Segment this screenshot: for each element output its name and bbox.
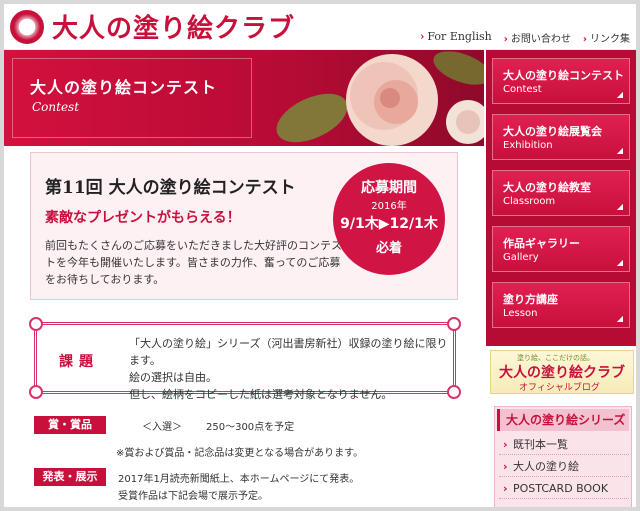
nav-exhibition[interactable]: 大人の塗り絵展覧会 Exhibition ◢ xyxy=(492,114,630,160)
series-item-coloring-book[interactable]: 大人の塗り絵 xyxy=(499,457,629,477)
nav-label: 大人の塗り絵展覧会 xyxy=(503,125,602,138)
series-item-catalog[interactable]: 既刊本一覧 xyxy=(499,435,629,455)
triangle-icon: ◢ xyxy=(616,314,623,323)
nav-lesson[interactable]: 塗り方講座 Lesson ◢ xyxy=(492,282,630,328)
nav-sublabel: Lesson xyxy=(503,308,538,319)
contest-catchphrase: 素敵なプレゼントがもらえる！ xyxy=(45,210,241,226)
period-label: 応募期間 xyxy=(361,180,417,196)
announce-line-2: 受賞作品は下記会場で展示予定。 xyxy=(118,491,268,502)
theme-frame: 課題 「大人の塗り絵」シリーズ（河出書房新社）収録の塗り絵に限ります。 絵の選択… xyxy=(29,317,461,401)
frame-corner-icon xyxy=(447,385,461,399)
theme-line: 但し、絵柄をコピーした紙は選考対象となりません。 xyxy=(129,388,393,401)
sidebar-nav: 大人の塗り絵コンテスト Contest ◢ 大人の塗り絵展覧会 Exhibiti… xyxy=(486,50,636,346)
nav-sublabel: Classroom xyxy=(503,196,556,207)
announce-line-1: 2017年1月読売新聞紙上、本ホームページにて発表。 xyxy=(118,474,360,485)
nav-label: 大人の塗り絵コンテスト xyxy=(503,69,624,82)
page-banner: 大人の塗り絵コンテスト Contest xyxy=(4,50,484,146)
blog-subtitle: オフィシャルブログ xyxy=(519,383,600,393)
nav-sublabel: Contest xyxy=(503,84,542,95)
series-item-postcard-book[interactable]: POSTCARD BOOK xyxy=(499,479,629,499)
frame-corner-icon xyxy=(29,385,43,399)
nav-label: 大人の塗り絵教室 xyxy=(503,181,591,194)
theme-text: 「大人の塗り絵」シリーズ（河出書房新社）収録の塗り絵に限ります。 絵の選択は自由… xyxy=(129,335,449,403)
nav-label: 作品ギャラリー xyxy=(503,237,580,250)
series-heading: 大人の塗り絵シリーズ xyxy=(497,409,629,431)
entry-period-badge: 応募期間 2016年 9/1木▶12/1木 必着 xyxy=(333,163,445,275)
triangle-icon: ◢ xyxy=(616,202,623,211)
nav-contest[interactable]: 大人の塗り絵コンテスト Contest ◢ xyxy=(492,58,630,104)
frame-corner-icon xyxy=(447,317,461,331)
period-year: 2016年 xyxy=(371,201,407,212)
awards-detail: 250〜300点を予定 xyxy=(206,422,295,433)
banner-title: 大人の塗り絵コンテスト xyxy=(30,78,218,97)
nav-classroom[interactable]: 大人の塗り絵教室 Classroom ◢ xyxy=(492,170,630,216)
page-frame: 大人の塗り絵クラブ For English お問い合わせ リンク集 大人の塗り絵… xyxy=(4,4,636,507)
nav-sublabel: Gallery xyxy=(503,252,539,263)
period-note: 必着 xyxy=(375,241,402,256)
contest-description: 前回もたくさんのご応募をいただきました大好評のコンテストを今年も開催いたします。… xyxy=(45,239,342,286)
site-header: 大人の塗り絵クラブ For English お問い合わせ リンク集 xyxy=(4,4,636,50)
contest-box: 第11回 大人の塗り絵コンテスト 素敵なプレゼントがもらえる！ 前回もたくさんの… xyxy=(30,152,458,300)
nav-gallery[interactable]: 作品ギャラリー Gallery ◢ xyxy=(492,226,630,272)
awards-label: 賞・賞品 xyxy=(34,416,106,434)
logo-seal-icon[interactable] xyxy=(10,10,44,44)
theme-line: 「大人の塗り絵」シリーズ（河出書房新社）収録の塗り絵に限ります。 xyxy=(129,337,448,367)
frame-corner-icon xyxy=(29,317,43,331)
awards-note: ※賞および賞品・記念品は変更となる場合があります。 xyxy=(116,448,364,459)
contest-title: 第11回 大人の塗り絵コンテスト xyxy=(45,178,296,198)
theme-label: 課題 xyxy=(59,354,99,370)
nav-sublabel: Exhibition xyxy=(503,140,553,151)
awards-category: ＜入選＞ xyxy=(142,422,182,433)
banner-subtitle: Contest xyxy=(32,100,80,114)
theme-line: 絵の選択は自由。 xyxy=(129,371,217,384)
top-links: For English お問い合わせ リンク集 xyxy=(420,30,630,45)
triangle-icon: ◢ xyxy=(616,146,623,155)
nav-label: 塗り方講座 xyxy=(503,293,558,306)
blog-title: 大人の塗り絵クラブ xyxy=(499,365,625,381)
link-contact[interactable]: お問い合わせ xyxy=(504,30,571,45)
official-blog-banner[interactable]: 塗り絵、ここだけの話。 大人の塗り絵クラブ オフィシャルブログ xyxy=(490,350,634,394)
banner-frame xyxy=(12,58,252,138)
rose-illustration-icon xyxy=(276,51,484,146)
triangle-icon: ◢ xyxy=(616,90,623,99)
announce-label: 発表・展示 xyxy=(34,468,106,486)
triangle-icon: ◢ xyxy=(616,258,623,267)
series-box: 大人の塗り絵シリーズ 既刊本一覧 大人の塗り絵 POSTCARD BOOK xyxy=(494,406,632,507)
period-range: 9/1木▶12/1木 xyxy=(340,216,438,232)
site-title[interactable]: 大人の塗り絵クラブ xyxy=(52,8,295,45)
link-for-english[interactable]: For English xyxy=(420,30,491,45)
link-links[interactable]: リンク集 xyxy=(583,30,630,45)
